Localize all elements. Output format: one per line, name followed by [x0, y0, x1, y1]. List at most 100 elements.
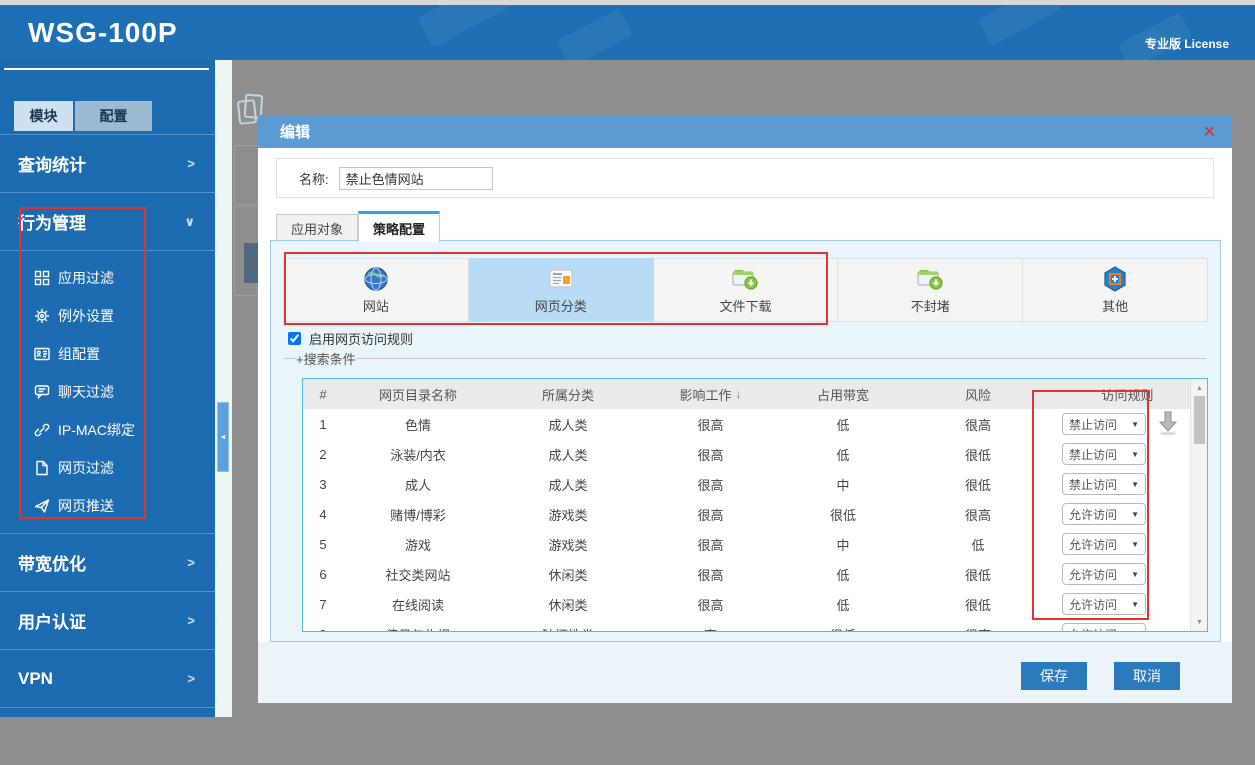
enable-rule-checkbox[interactable]: [288, 332, 301, 345]
col-bandwidth[interactable]: 占用带宽: [778, 379, 908, 409]
cell-index: 6: [303, 559, 343, 589]
cell-risk: 很低: [908, 469, 1048, 499]
enable-rule-label: 启用网页访问规则: [309, 329, 413, 348]
sidebar-item-group-config[interactable]: 组配置: [0, 335, 215, 373]
col-impact-work[interactable]: 影响工作 ↓: [643, 379, 778, 409]
sidebar-item-ip-mac-binding[interactable]: IP-MAC绑定: [0, 411, 215, 449]
table-row[interactable]: 1 色情 成人类 很高 低 很高 禁止访问 ▼: [303, 409, 1207, 439]
table-row[interactable]: 3 成人 成人类 很高 中 很低 禁止访问 ▼: [303, 469, 1207, 499]
table-row[interactable]: 4 赌博/博彩 游戏类 很高 很低 很高 允许访问 ▼: [303, 499, 1207, 529]
sidebar-section-stub: [0, 707, 215, 765]
access-rule-select[interactable]: 允许访问 ▼: [1062, 593, 1146, 615]
id-card-icon: [34, 346, 50, 362]
dialog-tabs: 应用对象 策略配置: [276, 211, 440, 242]
tab-apply-objects[interactable]: 应用对象: [276, 214, 358, 242]
chevron-right-icon: >: [187, 156, 195, 171]
access-rule-select[interactable]: 禁止访问 ▼: [1062, 443, 1146, 465]
category-website[interactable]: 网站: [283, 258, 469, 322]
access-rule-select[interactable]: 允许访问 ▼: [1062, 563, 1146, 585]
cell-parent-class: 游戏类: [493, 529, 643, 559]
table-row[interactable]: 8 偏见与仇恨 破坏性类 高 很低 很高 允许访问 ▼: [303, 619, 1207, 632]
edit-dialog: 编辑 ✕ 名称: 应用对象 策略配置 网站 网页分类: [258, 115, 1232, 703]
category-strip: 网站 网页分类 文件下载: [283, 258, 1208, 322]
table-scrollbar[interactable]: ▲ ▼: [1190, 379, 1207, 631]
sidebar-section-bandwidth[interactable]: 带宽优化 >: [0, 533, 215, 591]
access-rule-select[interactable]: 禁止访问 ▼: [1062, 413, 1146, 435]
col-category-name[interactable]: 网页目录名称: [343, 379, 493, 409]
download-arrow-icon: [1156, 410, 1180, 436]
chevron-down-icon: ▼: [1131, 480, 1139, 489]
category-other[interactable]: 其他: [1023, 258, 1208, 322]
gear-icon: [34, 308, 50, 324]
category-table: # 网页目录名称 所属分类 影响工作 ↓ 占用带宽 风险 访问规则 1 色情 成…: [302, 378, 1208, 632]
tab-policy-config[interactable]: 策略配置: [358, 211, 440, 242]
cell-index: 7: [303, 589, 343, 619]
cell-category-name: 在线阅读: [343, 589, 493, 619]
sidebar-section-query-stats[interactable]: 查询统计 >: [0, 134, 215, 192]
sidebar-item-app-filter[interactable]: 应用过滤: [0, 259, 215, 297]
behavior-submenu: 应用过滤 例外设置 组配置: [0, 250, 215, 533]
cancel-button[interactable]: 取消: [1114, 662, 1180, 690]
cell-index: 1: [303, 409, 343, 439]
scroll-up-icon[interactable]: ▲: [1191, 381, 1208, 395]
link-icon: [34, 422, 50, 438]
access-rule-select[interactable]: 允许访问 ▼: [1062, 533, 1146, 555]
cell-category-name: 偏见与仇恨: [343, 619, 493, 632]
col-access-rule[interactable]: 访问规则: [1048, 379, 1207, 409]
sidebar-section-user-auth[interactable]: 用户认证 >: [0, 591, 215, 649]
table-row[interactable]: 6 社交类网站 休闲类 很高 低 很低 允许访问 ▼: [303, 559, 1207, 589]
chevron-down-icon: ▼: [1131, 450, 1139, 459]
scroll-down-icon[interactable]: ▼: [1191, 615, 1208, 629]
chat-icon: [34, 384, 50, 400]
cell-category-name: 社交类网站: [343, 559, 493, 589]
tab-modules[interactable]: 模块: [14, 101, 73, 131]
cell-parent-class: 破坏性类: [493, 619, 643, 632]
sidebar-item-web-filter[interactable]: 网页过滤: [0, 449, 215, 487]
cell-impact-work: 很高: [643, 469, 778, 499]
dialog-title: 编辑: [280, 121, 310, 142]
cell-impact-work: 高: [643, 619, 778, 632]
category-web-class[interactable]: 网页分类: [469, 258, 654, 322]
name-input[interactable]: [339, 167, 493, 190]
chevron-down-icon: ▼: [1131, 540, 1139, 549]
chevron-down-icon: ▼: [1131, 570, 1139, 579]
sidebar-item-web-push[interactable]: 网页推送: [0, 487, 215, 525]
table-row[interactable]: 5 游戏 游戏类 很高 中 低 允许访问 ▼: [303, 529, 1207, 559]
cell-risk: 很低: [908, 589, 1048, 619]
access-rule-select[interactable]: 允许访问 ▼: [1062, 503, 1146, 525]
scrollbar-thumb[interactable]: [1194, 396, 1205, 444]
cell-impact-work: 很高: [643, 589, 778, 619]
table-row[interactable]: 7 在线阅读 休闲类 很高 低 很低 允许访问 ▼: [303, 589, 1207, 619]
sidebar-section-behavior-mgmt[interactable]: 行为管理 ∨: [0, 192, 215, 250]
cell-category-name: 泳装/内衣: [343, 439, 493, 469]
keyboard-texture: [417, 5, 512, 48]
save-button[interactable]: 保存: [1021, 662, 1087, 690]
chevron-down-icon: ▼: [1131, 630, 1139, 633]
col-parent-class[interactable]: 所属分类: [493, 379, 643, 409]
sidebar-collapse-handle[interactable]: ◄: [217, 402, 229, 472]
cell-bandwidth: 很低: [778, 499, 908, 529]
cell-risk: 很低: [908, 439, 1048, 469]
move-down-button[interactable]: [1156, 410, 1180, 441]
sidebar-gutter: [215, 60, 232, 717]
dialog-footer: 保存 取消: [258, 642, 1232, 703]
cell-index: 5: [303, 529, 343, 559]
tab-config[interactable]: 配置: [75, 101, 152, 131]
access-rule-select[interactable]: 禁止访问 ▼: [1062, 473, 1146, 495]
cell-bandwidth: 低: [778, 559, 908, 589]
sidebar-section-vpn[interactable]: VPN >: [0, 649, 215, 707]
category-no-block[interactable]: 不封堵: [838, 258, 1023, 322]
search-condition-toggle[interactable]: +搜索条件: [284, 349, 1206, 368]
table-row[interactable]: 2 泳装/内衣 成人类 很高 低 很低 禁止访问 ▼: [303, 439, 1207, 469]
sidebar-item-chat-filter[interactable]: 聊天过滤: [0, 373, 215, 411]
col-index[interactable]: #: [303, 379, 343, 409]
category-file-download[interactable]: 文件下载: [654, 258, 839, 322]
close-icon[interactable]: ✕: [1203, 122, 1216, 142]
col-risk[interactable]: 风险: [908, 379, 1048, 409]
cell-parent-class: 成人类: [493, 409, 643, 439]
cell-risk: 很高: [908, 409, 1048, 439]
sidebar-item-exceptions[interactable]: 例外设置: [0, 297, 215, 335]
access-rule-select[interactable]: 允许访问 ▼: [1062, 623, 1146, 632]
cell-bandwidth: 中: [778, 529, 908, 559]
folder-download-icon: [916, 266, 944, 292]
